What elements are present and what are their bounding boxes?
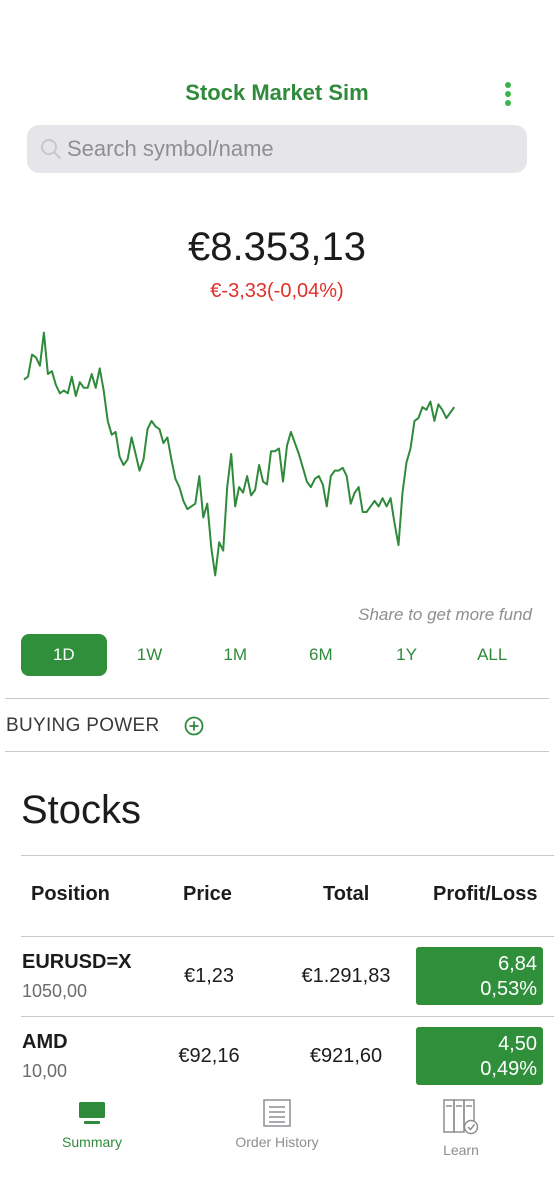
list-document-icon (263, 1099, 291, 1127)
tab-order-history[interactable]: Order History (197, 1098, 357, 1150)
range-1m-button[interactable]: 1M (192, 634, 278, 676)
stock-symbol: EURUSD=X (22, 951, 132, 973)
search-input[interactable] (67, 125, 515, 173)
portfolio-change: €-3,33(-0,04%) (210, 280, 344, 302)
tab-summary[interactable]: Summary (12, 1098, 172, 1150)
stocks-table-header: Position Price Total Profit/Loss (0, 883, 554, 911)
profit-loss-badge: 4,50 0,49% (416, 1027, 543, 1085)
range-6m-button[interactable]: 6M (278, 634, 364, 676)
tab-learn-label: Learn (443, 1142, 479, 1158)
monitor-icon (79, 1102, 105, 1124)
profit-loss-percent: 0,53% (480, 978, 537, 1000)
stock-quantity: 10,00 (22, 1061, 68, 1081)
portfolio-value: €8.353,13 (188, 225, 366, 269)
range-1y-button[interactable]: 1Y (364, 634, 450, 676)
more-vertical-icon[interactable] (500, 82, 516, 106)
divider (5, 751, 549, 752)
book-check-icon (443, 1099, 479, 1135)
buying-power-label: BUYING POWER (6, 715, 160, 736)
profit-loss-value: 4,50 (498, 1033, 537, 1055)
column-profit-loss: Profit/Loss (433, 883, 538, 905)
stock-price: €92,16 (178, 1045, 240, 1067)
app-title: Stock Market Sim (185, 80, 369, 105)
share-note[interactable]: Share to get more fund (358, 605, 532, 625)
divider (5, 698, 549, 699)
search-icon (41, 139, 61, 159)
column-price: Price (183, 883, 232, 905)
stock-price: €1,23 (183, 965, 235, 987)
search-bar[interactable] (27, 125, 527, 173)
range-all-button[interactable]: ALL (449, 634, 535, 676)
bottom-tab-bar: Summary Order History Learn (0, 1090, 554, 1200)
time-range-selector: 1D 1W 1M 6M 1Y ALL (21, 634, 535, 676)
profit-loss-percent: 0,49% (480, 1058, 537, 1080)
buying-power-row: BUYING POWER (6, 712, 204, 740)
profit-loss-badge: 6,84 0,53% (416, 947, 543, 1005)
stock-total: €921,60 (309, 1045, 383, 1067)
stock-symbol: AMD (22, 1031, 68, 1053)
range-1d-button[interactable]: 1D (21, 634, 107, 676)
add-circle-icon[interactable] (184, 716, 204, 736)
stock-total: €1.291,83 (301, 965, 391, 987)
profit-loss-value: 6,84 (498, 953, 537, 975)
divider (21, 855, 554, 856)
stock-quantity: 1050,00 (22, 981, 88, 1001)
chart-series-line (23, 331, 456, 577)
range-1w-button[interactable]: 1W (107, 634, 193, 676)
portfolio-chart[interactable] (0, 310, 554, 600)
tab-summary-label: Summary (62, 1134, 122, 1150)
tab-order-history-label: Order History (235, 1134, 319, 1150)
column-position: Position (31, 883, 110, 905)
stocks-heading: Stocks (21, 788, 142, 832)
tab-learn[interactable]: Learn (381, 1098, 541, 1158)
column-total: Total (323, 883, 370, 905)
app-header: Stock Market Sim (0, 70, 554, 120)
table-row[interactable]: AMD 10,00 €92,16 €921,60 4,50 0,49% (0, 1017, 554, 1095)
table-row[interactable]: EURUSD=X 1050,00 €1,23 €1.291,83 6,84 0,… (0, 937, 554, 1015)
